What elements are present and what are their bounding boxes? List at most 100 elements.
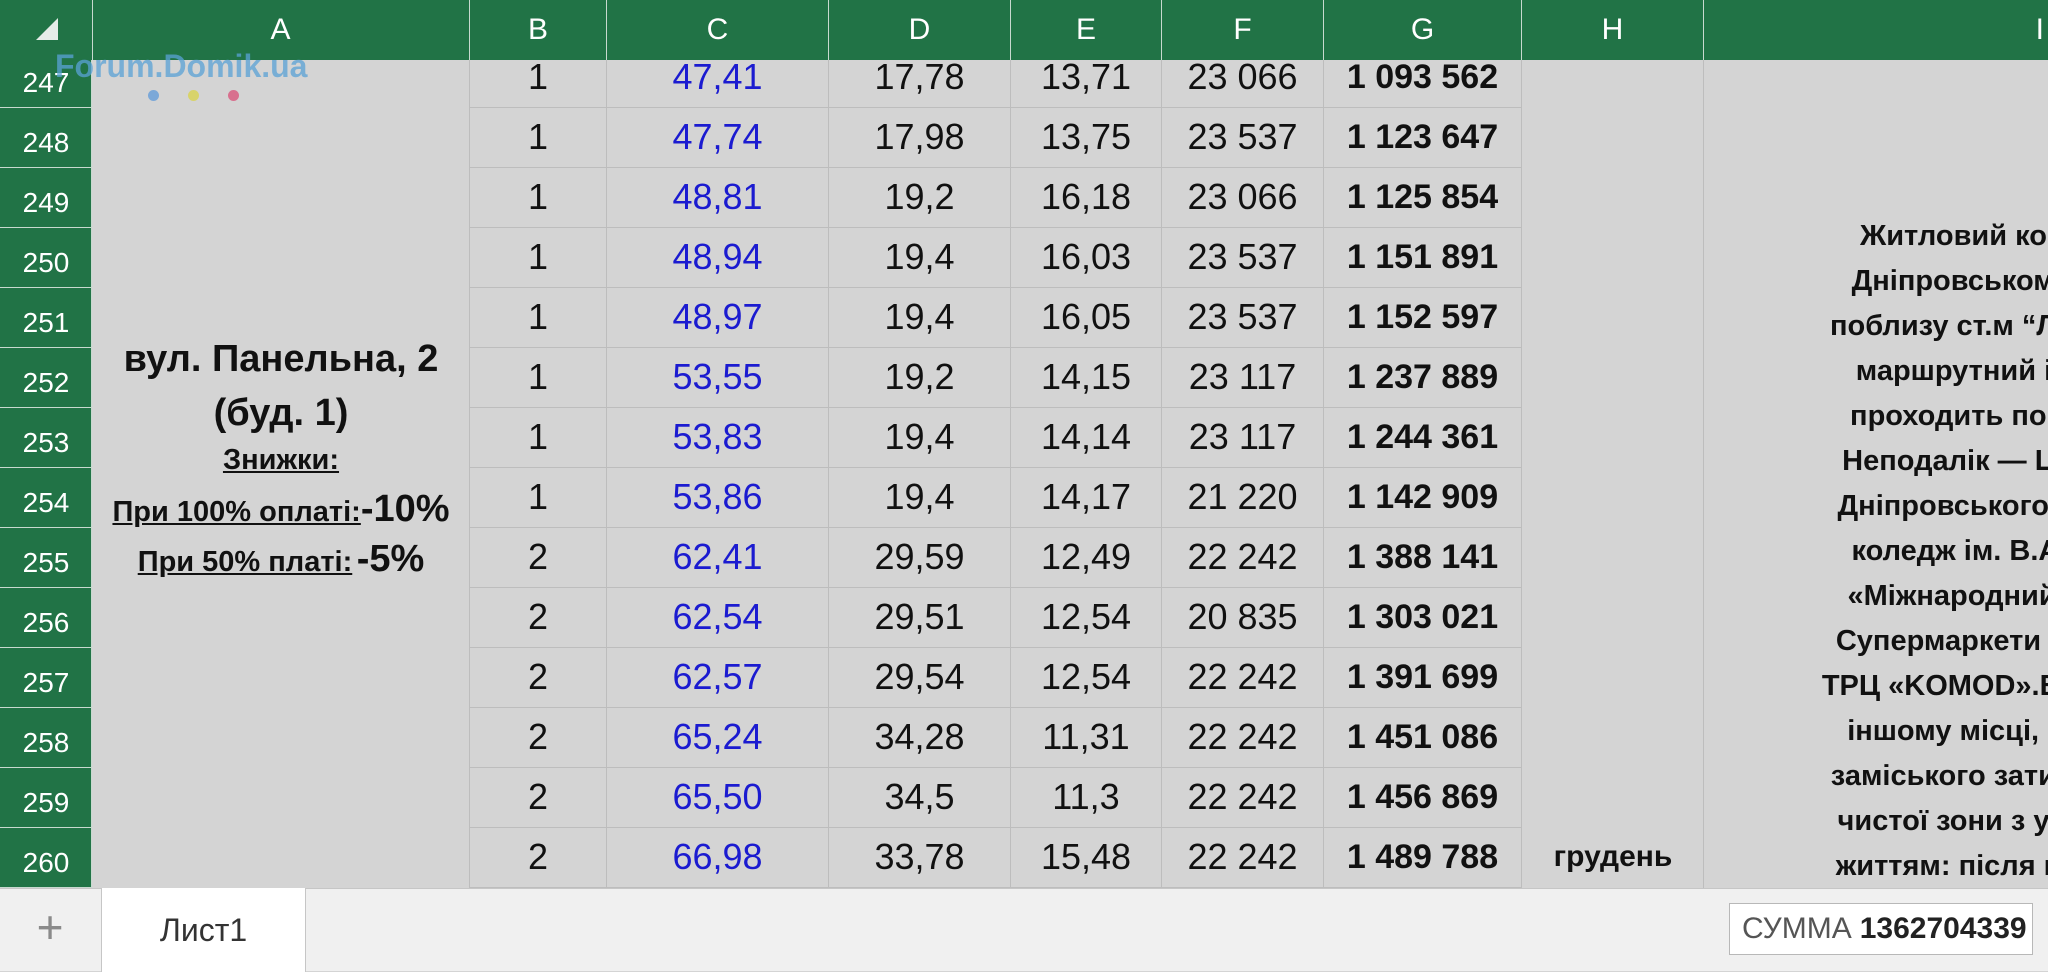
cell-b[interactable]: 2 (470, 528, 607, 588)
row-header[interactable]: 251 (0, 288, 92, 348)
cell-d[interactable]: 17,98 (829, 108, 1011, 168)
cell-c[interactable]: 53,83 (607, 408, 829, 468)
row-header[interactable]: 256 (0, 588, 92, 648)
cell-d[interactable]: 34,28 (829, 708, 1011, 768)
cell-f[interactable]: 23 066 (1162, 168, 1324, 228)
cell-b[interactable]: 2 (470, 768, 607, 828)
cell-g[interactable]: 1 451 086 (1324, 708, 1522, 768)
cell-e[interactable]: 12,49 (1011, 528, 1162, 588)
cell-d[interactable]: 29,59 (829, 528, 1011, 588)
cell-b[interactable]: 1 (470, 228, 607, 288)
cell-f[interactable]: 23 537 (1162, 228, 1324, 288)
cell-d[interactable]: 19,4 (829, 468, 1011, 528)
cell-e[interactable]: 14,17 (1011, 468, 1162, 528)
cell-b[interactable]: 2 (470, 648, 607, 708)
row-header[interactable]: 255 (0, 528, 92, 588)
row-header[interactable]: 253 (0, 408, 92, 468)
cell-b[interactable]: 1 (470, 168, 607, 228)
cell-f[interactable]: 22 242 (1162, 708, 1324, 768)
cell-e[interactable]: 15,48 (1011, 828, 1162, 888)
cell-b[interactable]: 2 (470, 588, 607, 648)
cell-b[interactable]: 1 (470, 348, 607, 408)
cell-c[interactable]: 65,50 (607, 768, 829, 828)
cell-g[interactable]: 1 151 891 (1324, 228, 1522, 288)
cell-f[interactable]: 21 220 (1162, 468, 1324, 528)
row-header[interactable]: 250 (0, 228, 92, 288)
cell-f[interactable]: 22 242 (1162, 648, 1324, 708)
cell-b[interactable]: 2 (470, 708, 607, 768)
cell-g[interactable]: 1 456 869 (1324, 768, 1522, 828)
cell-b[interactable]: 1 (470, 468, 607, 528)
cell-e[interactable]: 13,71 (1011, 60, 1162, 108)
cell-f[interactable]: 23 537 (1162, 108, 1324, 168)
cell-b[interactable]: 1 (470, 288, 607, 348)
cell-b[interactable]: 1 (470, 108, 607, 168)
cell-g[interactable]: 1 125 854 (1324, 168, 1522, 228)
merged-cell-i[interactable]: Житловий компл Дніпровському ра поблизу ст… (1704, 60, 2048, 888)
cell-e[interactable]: 11,3 (1011, 768, 1162, 828)
column-header-f[interactable]: F (1162, 0, 1324, 60)
row-header[interactable]: 252 (0, 348, 92, 408)
cell-g[interactable]: 1 303 021 (1324, 588, 1522, 648)
cell-f[interactable]: 23 537 (1162, 288, 1324, 348)
row-header[interactable]: 254 (0, 468, 92, 528)
cell-c[interactable]: 65,24 (607, 708, 829, 768)
cell-g[interactable]: 1 123 647 (1324, 108, 1522, 168)
cell-f[interactable]: 23 066 (1162, 60, 1324, 108)
cell-c[interactable]: 62,54 (607, 588, 829, 648)
cell-d[interactable]: 34,5 (829, 768, 1011, 828)
merged-cell-h[interactable]: грудень (1522, 60, 1704, 888)
cell-c[interactable]: 47,74 (607, 108, 829, 168)
row-header[interactable]: 260 (0, 828, 92, 888)
cell-b[interactable]: 2 (470, 828, 607, 888)
cell-f[interactable]: 22 242 (1162, 768, 1324, 828)
column-header-e[interactable]: E (1011, 0, 1162, 60)
cell-d[interactable]: 29,51 (829, 588, 1011, 648)
cell-e[interactable]: 16,18 (1011, 168, 1162, 228)
cell-d[interactable]: 33,78 (829, 828, 1011, 888)
column-header-c[interactable]: C (607, 0, 829, 60)
cell-c[interactable]: 47,41 (607, 60, 829, 108)
merged-cell-a[interactable]: вул. Панельна, 2 (буд. 1) Знижки: При 10… (92, 60, 470, 888)
cell-c[interactable]: 48,94 (607, 228, 829, 288)
cell-d[interactable]: 19,4 (829, 228, 1011, 288)
cell-f[interactable]: 20 835 (1162, 588, 1324, 648)
cell-b[interactable]: 1 (470, 60, 607, 108)
cell-g[interactable]: 1 391 699 (1324, 648, 1522, 708)
cell-e[interactable]: 16,03 (1011, 228, 1162, 288)
sheet-tab-list1[interactable]: Лист1 (101, 888, 306, 972)
cell-d[interactable]: 19,4 (829, 408, 1011, 468)
cell-f[interactable]: 22 242 (1162, 828, 1324, 888)
column-header-i[interactable]: I (1704, 0, 2048, 60)
cell-f[interactable]: 23 117 (1162, 348, 1324, 408)
cell-e[interactable]: 14,14 (1011, 408, 1162, 468)
status-sum[interactable]: СУММА 1362704339 (1729, 903, 2033, 955)
column-header-d[interactable]: D (829, 0, 1011, 60)
column-header-b[interactable]: B (470, 0, 607, 60)
row-header[interactable]: 248 (0, 108, 92, 168)
cell-d[interactable]: 19,2 (829, 348, 1011, 408)
row-header[interactable]: 258 (0, 708, 92, 768)
cell-d[interactable]: 29,54 (829, 648, 1011, 708)
cell-b[interactable]: 1 (470, 408, 607, 468)
cell-e[interactable]: 12,54 (1011, 588, 1162, 648)
cell-c[interactable]: 62,57 (607, 648, 829, 708)
cell-g[interactable]: 1 237 889 (1324, 348, 1522, 408)
cell-c[interactable]: 62,41 (607, 528, 829, 588)
cell-d[interactable]: 19,4 (829, 288, 1011, 348)
row-header[interactable]: 249 (0, 168, 92, 228)
cell-g[interactable]: 1 093 562 (1324, 60, 1522, 108)
cell-g[interactable]: 1 489 788 (1324, 828, 1522, 888)
cell-g[interactable]: 1 142 909 (1324, 468, 1522, 528)
cell-g[interactable]: 1 152 597 (1324, 288, 1522, 348)
cell-f[interactable]: 22 242 (1162, 528, 1324, 588)
cell-e[interactable]: 12,54 (1011, 648, 1162, 708)
cell-e[interactable]: 14,15 (1011, 348, 1162, 408)
row-header[interactable]: 259 (0, 768, 92, 828)
cell-c[interactable]: 66,98 (607, 828, 829, 888)
column-header-h[interactable]: H (1522, 0, 1704, 60)
cell-d[interactable]: 19,2 (829, 168, 1011, 228)
cell-e[interactable]: 13,75 (1011, 108, 1162, 168)
cell-d[interactable]: 17,78 (829, 60, 1011, 108)
cell-e[interactable]: 11,31 (1011, 708, 1162, 768)
